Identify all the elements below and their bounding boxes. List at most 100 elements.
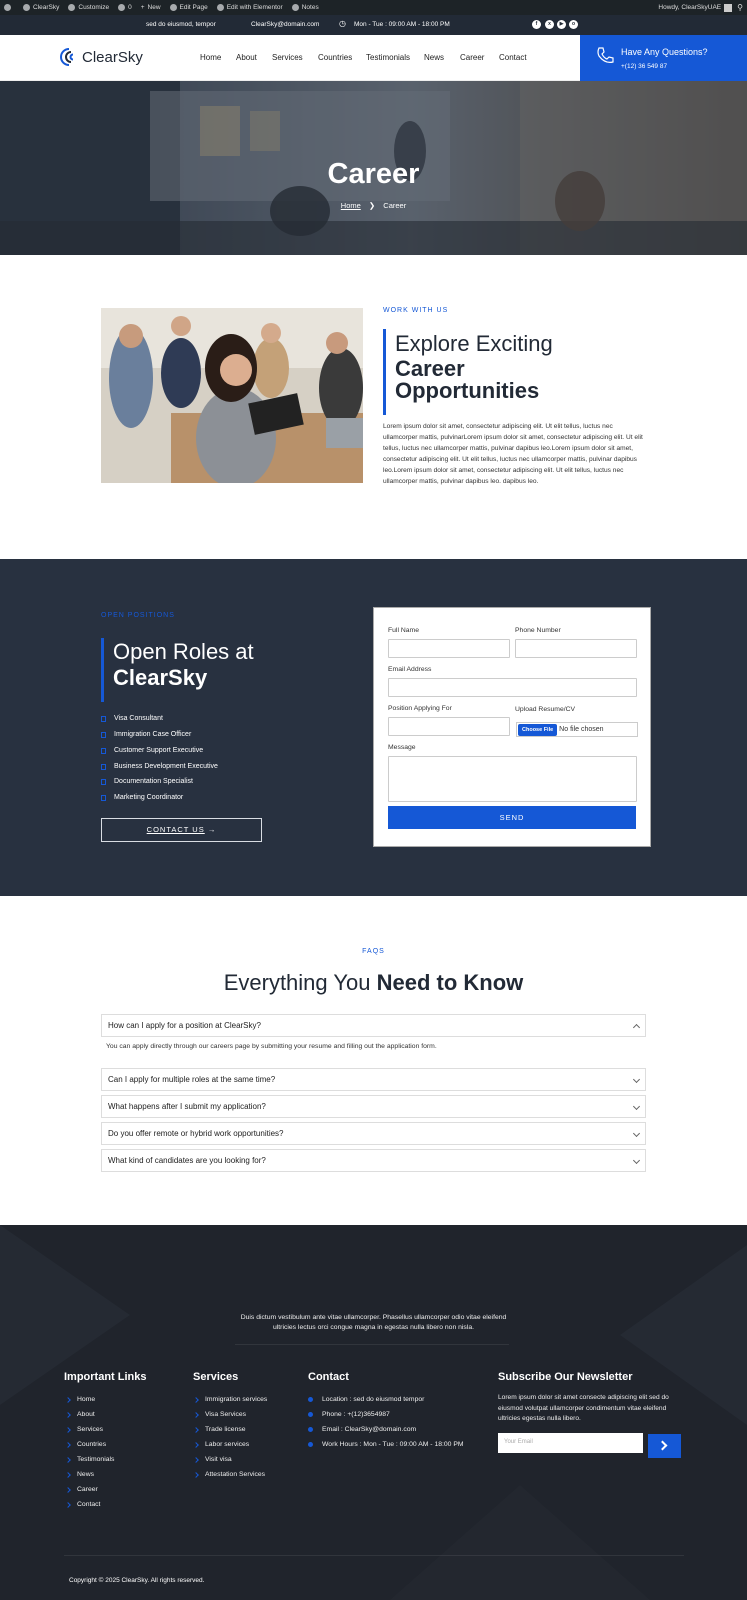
wp-elementor-link[interactable]: Edit with Elementor [216,4,283,11]
wp-notes-link[interactable]: Notes [291,4,319,11]
top-email[interactable]: ClearSky@domain.com [251,21,319,28]
footer-service-link[interactable]: Labor services [193,1441,249,1448]
newsletter-email-input[interactable]: Your Email [498,1433,643,1453]
page-hero: Career Home ❯ Career [0,81,747,255]
footer-contact-phone[interactable]: Phone : +(12)3654987 [308,1411,390,1418]
footer-link[interactable]: Services [65,1426,103,1433]
notes-icon [291,4,299,11]
faqs-title: Everything You Need to Know [223,970,524,995]
footer-link[interactable]: Contact [65,1501,100,1508]
newsletter-subscribe-button[interactable] [648,1434,681,1458]
chevron-right-icon [193,1471,199,1478]
nav-testimonials[interactable]: Testimonials [366,53,410,62]
site-logo[interactable]: ClearSky [60,48,143,66]
footer-link[interactable]: Career [65,1486,98,1493]
clock-icon [308,1442,313,1447]
x-icon[interactable]: x [545,20,554,29]
avatar[interactable] [724,3,733,12]
footer-contact-email[interactable]: Email : ClearSky@domain.com [308,1426,416,1433]
cta-phone[interactable]: +(12) 36 549 87 [621,63,667,70]
footer-link[interactable]: Countries [65,1441,106,1448]
message-textarea[interactable] [388,756,637,802]
wp-edit-page-link[interactable]: Edit Page [169,4,208,11]
footer-service-link[interactable]: Immigration services [193,1396,267,1403]
nav-contact[interactable]: Contact [499,53,527,62]
nav-countries[interactable]: Countries [318,53,352,62]
chevron-down-icon [632,1102,641,1111]
footer-service-link[interactable]: Visit visa [193,1456,232,1463]
faq-item[interactable]: Can I apply for multiple roles at the sa… [101,1068,646,1091]
wp-comments-link[interactable]: 0 [118,4,132,11]
faq-item[interactable]: Do you offer remote or hybrid work oppor… [101,1122,646,1145]
chevron-right-icon [657,1440,668,1451]
phone-icon [308,1412,313,1417]
phone-icon [597,47,614,63]
wp-site-link[interactable]: ClearSky [23,4,59,11]
send-button[interactable]: SEND [388,806,636,829]
faq-item[interactable]: How can I apply for a position at ClearS… [101,1014,646,1037]
clearsky-logo-icon [60,48,74,66]
full-name-input[interactable] [388,639,510,658]
footer-service-link[interactable]: Attestation Services [193,1471,265,1478]
copyright-text: Copyright © 2025 ClearSky. All rights re… [69,1577,205,1584]
footer-service-link[interactable]: Visa Services [193,1411,246,1418]
search-icon[interactable]: ⚲ [737,3,743,12]
footer-contact-hours: Work Hours : Mon - Tue : 09:00 AM - 18:0… [308,1441,464,1448]
footer-link[interactable]: Home [65,1396,95,1403]
choose-file-button[interactable]: Choose File [518,723,558,736]
wp-customize-link[interactable]: Customize [68,4,109,11]
faq-item[interactable]: What kind of candidates are you looking … [101,1149,646,1172]
open-positions-section: OPEN POSITIONS Open Roles at ClearSky Vi… [0,559,747,896]
wordpress-logo-icon[interactable] [4,4,14,11]
email-label: Email Address [388,666,432,673]
instagram-icon[interactable]: o [569,20,578,29]
nav-services[interactable]: Services [272,53,303,62]
footer-tagline: Duis dictum vestibulum ante vitae ullamc… [240,1314,507,1331]
youtube-icon[interactable]: ▶ [557,20,566,29]
clock-icon: ◷ [339,19,346,28]
faqs-label: FAQS [362,948,385,955]
footer-service-link[interactable]: Trade license [193,1426,246,1433]
open-heading-light: Open Roles at [113,639,254,664]
contact-title: Contact [308,1371,349,1383]
role-item: Immigration Case Officer [101,731,191,738]
header-cta-box[interactable]: Have Any Questions? +(12) 36 549 87 [580,35,747,81]
chevron-right-icon [193,1411,199,1418]
home-icon [23,4,30,11]
nav-about[interactable]: About [236,53,257,62]
nav-career[interactable]: Career [460,53,484,62]
phone-input[interactable] [515,639,637,658]
plus-icon: + [140,4,145,11]
message-label: Message [388,744,416,751]
faq-item[interactable]: What happens after I submit my applicati… [101,1095,646,1118]
chevron-down-icon [632,1075,641,1084]
wp-new-link[interactable]: + New [141,4,161,11]
facebook-icon[interactable]: f [532,20,541,29]
footer-link[interactable]: Testimonials [65,1456,114,1463]
resume-file-input[interactable]: Choose File No file chosen [516,722,638,737]
top-hours: Mon - Tue : 09:00 AM - 18:00 PM [354,21,450,28]
contact-us-button[interactable]: CONTACT US → [101,818,262,842]
chevron-up-icon [632,1023,641,1032]
phone-label: Phone Number [515,627,561,634]
logo-text: ClearSky [82,48,143,66]
position-input[interactable] [388,717,510,736]
work-with-us-label: WORK WITH US [383,307,449,314]
nav-news[interactable]: News [424,53,444,62]
breadcrumb-home[interactable]: Home [341,201,361,210]
chevron-right-icon [65,1396,71,1403]
wp-account-greeting[interactable]: Howdy, ClearSkyUAE [658,4,721,11]
comment-icon [118,4,126,11]
chevron-right-icon [65,1471,71,1478]
open-heading-bold: ClearSky [113,665,208,690]
full-name-label: Full Name [388,627,419,634]
footer-link[interactable]: About [65,1411,95,1418]
nav-home[interactable]: Home [200,53,221,62]
important-links-title: Important Links [64,1371,147,1383]
footer-link[interactable]: News [65,1471,94,1478]
newsletter-text: Lorem ipsum dolor sit amet consecte adip… [498,1394,669,1422]
role-item: Visa Consultant [101,715,163,722]
email-input[interactable] [388,678,637,697]
chevron-right-icon [193,1441,199,1448]
footer-contact-location: Location : sed do eiusmod tempor [308,1396,424,1403]
